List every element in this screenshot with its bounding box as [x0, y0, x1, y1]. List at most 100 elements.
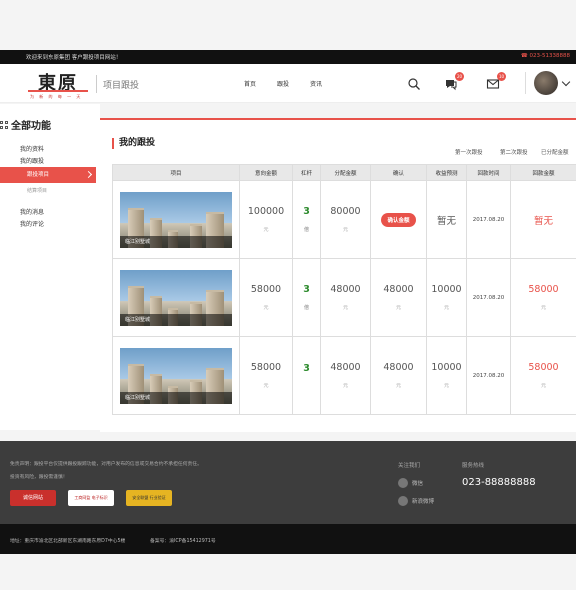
forecast-value: 10000	[431, 284, 462, 295]
leverage-unit: 倍	[303, 305, 309, 311]
col-payback-amount: 回款金额	[510, 164, 576, 181]
col-allocated: 分配金额	[320, 164, 371, 181]
confirmed-unit: 元	[395, 305, 401, 311]
sidebar-item-my-invest[interactable]: 我的跟投	[20, 156, 44, 165]
sidebar-title: 全部功能	[0, 117, 51, 132]
project-name: 临江别墅城	[120, 391, 232, 404]
bottom-bar: 地址：重庆市渝北区北部新区东湖南路东原D7中心5楼 备案号：渝ICP备15412…	[0, 524, 576, 554]
disclaimer: 免责声明：跟投平台仅提供跟投跟踪功能，对用户发布的信息或交易合约不承担任何责任。	[10, 462, 202, 467]
confirmed-unit: 元	[395, 383, 401, 389]
allocated-unit: 元	[342, 227, 348, 233]
payback-amount: 58000	[528, 284, 559, 295]
col-payback-date: 回款时间	[466, 164, 511, 181]
allocated-amount: 48000	[330, 284, 361, 295]
tab-first-invest[interactable]: 第一次跟投	[455, 148, 483, 156]
avatar[interactable]	[534, 71, 558, 95]
tab-allocated[interactable]: 已分配金额	[541, 148, 569, 156]
col-leverage: 杠杆	[292, 164, 321, 181]
icp-number: 备案号：渝ICP备15412971号	[150, 539, 216, 544]
invest-table: 项目 意向金额 杠杆 分配金额 确认 收益预测 回款时间 回款金额 临江别墅城 …	[112, 164, 576, 415]
forecast-value: 10000	[431, 362, 462, 373]
confirmed-amount: 48000	[383, 284, 414, 295]
allocated-amount: 80000	[330, 206, 361, 217]
confirm-amount-button[interactable]: 确认金额	[381, 212, 416, 227]
sidebar-item-messages[interactable]: 我的消息	[20, 207, 44, 216]
payback-unit: 元	[540, 383, 546, 389]
col-forecast: 收益预测	[426, 164, 467, 181]
search-icon[interactable]	[407, 76, 421, 90]
risk-warning: 投资有风险，跟投需谨慎！	[10, 475, 68, 480]
weibo-label: 新浪微博	[412, 499, 435, 505]
logo-slogan: 为 新 的 每 一 天	[30, 94, 83, 99]
forecast-value: 暂无	[436, 215, 456, 227]
wechat-label: 微信	[412, 481, 424, 487]
intent-amount: 58000	[250, 284, 282, 295]
allocated-unit: 元	[342, 383, 348, 389]
intent-amount: 100000	[247, 206, 285, 217]
header-divider	[96, 75, 97, 93]
header-divider-right	[525, 72, 526, 94]
sidebar-item-profile[interactable]: 我的资料	[20, 144, 44, 153]
forecast-unit: 元	[443, 305, 449, 311]
header: 東原 为 新 的 每 一 天 项目跟投 首页 跟投 资讯 20 10	[0, 64, 576, 103]
welcome-text: 欢迎来到东原集团 客户跟投项目网站！	[26, 55, 122, 61]
table-header: 项目 意向金额 杠杆 分配金额 确认 收益预测 回款时间 回款金额	[112, 164, 576, 181]
intent-unit: 元	[263, 227, 269, 233]
page-title: 我的跟投	[112, 138, 155, 149]
payback-amount: 暂无	[533, 215, 553, 227]
leverage-unit: 倍	[303, 227, 309, 233]
nav-invest[interactable]: 跟投	[277, 79, 289, 88]
leverage-value: 3	[303, 206, 310, 217]
service-title: 服务热线	[462, 463, 485, 469]
trust-seal[interactable]: 诚信网站	[10, 490, 56, 506]
table-row: 临江别墅城 58000 元 3 倍 48000 元 48000 元 10000 元 201…	[112, 258, 576, 337]
section-title: 项目跟投	[103, 81, 140, 91]
project-image[interactable]: 临江别墅城	[120, 347, 232, 404]
payback-unit: 元	[540, 305, 546, 311]
security-seal[interactable]: 安全联盟 行业验证	[126, 490, 172, 506]
nav-news[interactable]: 资讯	[310, 79, 322, 88]
intent-unit: 元	[263, 383, 269, 389]
follow-title: 关注我们	[398, 463, 421, 469]
col-intent: 意向金额	[239, 164, 293, 181]
sidebar-item-comments[interactable]: 我的评论	[20, 219, 44, 228]
intent-amount: 58000	[250, 362, 282, 373]
allocated-amount: 48000	[330, 362, 361, 373]
hotline-number: 023-88888888	[462, 477, 536, 488]
logo-bar	[28, 90, 88, 92]
footer: 免责声明：跟投平台仅提供跟投跟踪功能，对用户发布的信息或交易合约不承担任何责任。…	[0, 441, 576, 524]
business-seal[interactable]: 工商网监 电子标识	[68, 490, 114, 506]
sidebar-item-settled-projects[interactable]: 结算项目	[27, 187, 47, 194]
confirmed-amount: 48000	[383, 362, 414, 373]
payback-date: 2017.08.20	[472, 372, 505, 379]
sidebar-item-invest-projects[interactable]: 跟投项目	[0, 167, 96, 183]
wechat-link[interactable]: 微信	[398, 478, 423, 488]
col-project: 项目	[112, 164, 240, 181]
address: 地址：重庆市渝北区北部新区东湖南路东原D7中心5楼	[10, 539, 126, 544]
logo[interactable]: 東原 为 新 的 每 一 天	[28, 69, 88, 99]
project-image[interactable]: 临江别墅城	[120, 191, 232, 248]
project-name: 临江别墅城	[120, 235, 232, 248]
weibo-link[interactable]: 新浪微博	[398, 496, 434, 506]
weibo-icon	[398, 496, 408, 506]
top-bar: 欢迎来到东原集团 客户跟投项目网站！ ☎ 023-51338888	[0, 50, 576, 64]
message-badge: 20	[455, 72, 464, 81]
col-confirm: 确认	[370, 164, 427, 181]
project-image[interactable]: 临江别墅城	[120, 269, 232, 326]
sidebar: 全部功能 我的资料 我的跟投 我的消息 我的评论	[0, 104, 100, 430]
mail-badge: 10	[497, 72, 506, 81]
mail-icon[interactable]: 10	[486, 72, 506, 90]
nav-home[interactable]: 首页	[244, 79, 256, 88]
message-icon[interactable]: 20	[444, 72, 464, 91]
top-phone: ☎ 023-51338888	[520, 53, 570, 59]
table-row: 临江别墅城 100000 元 3 倍 80000 元 确认金额 暂无 2017.08.…	[112, 180, 576, 259]
wechat-icon	[398, 478, 408, 488]
allocated-unit: 元	[342, 305, 348, 311]
project-name: 临江别墅城	[120, 313, 232, 326]
chevron-down-icon[interactable]	[561, 77, 571, 87]
page: 欢迎来到东原集团 客户跟投项目网站！ ☎ 023-51338888 東原 为 新…	[0, 0, 576, 590]
payback-amount: 58000	[528, 362, 559, 373]
tab-second-invest[interactable]: 第二次跟投	[500, 148, 528, 156]
payback-date: 2017.08.20	[472, 216, 505, 223]
main-panel: 我的跟投 第一次跟投 第二次跟投 已分配金额 项目 意向金额 杠杆 分配金额 确…	[100, 120, 576, 432]
